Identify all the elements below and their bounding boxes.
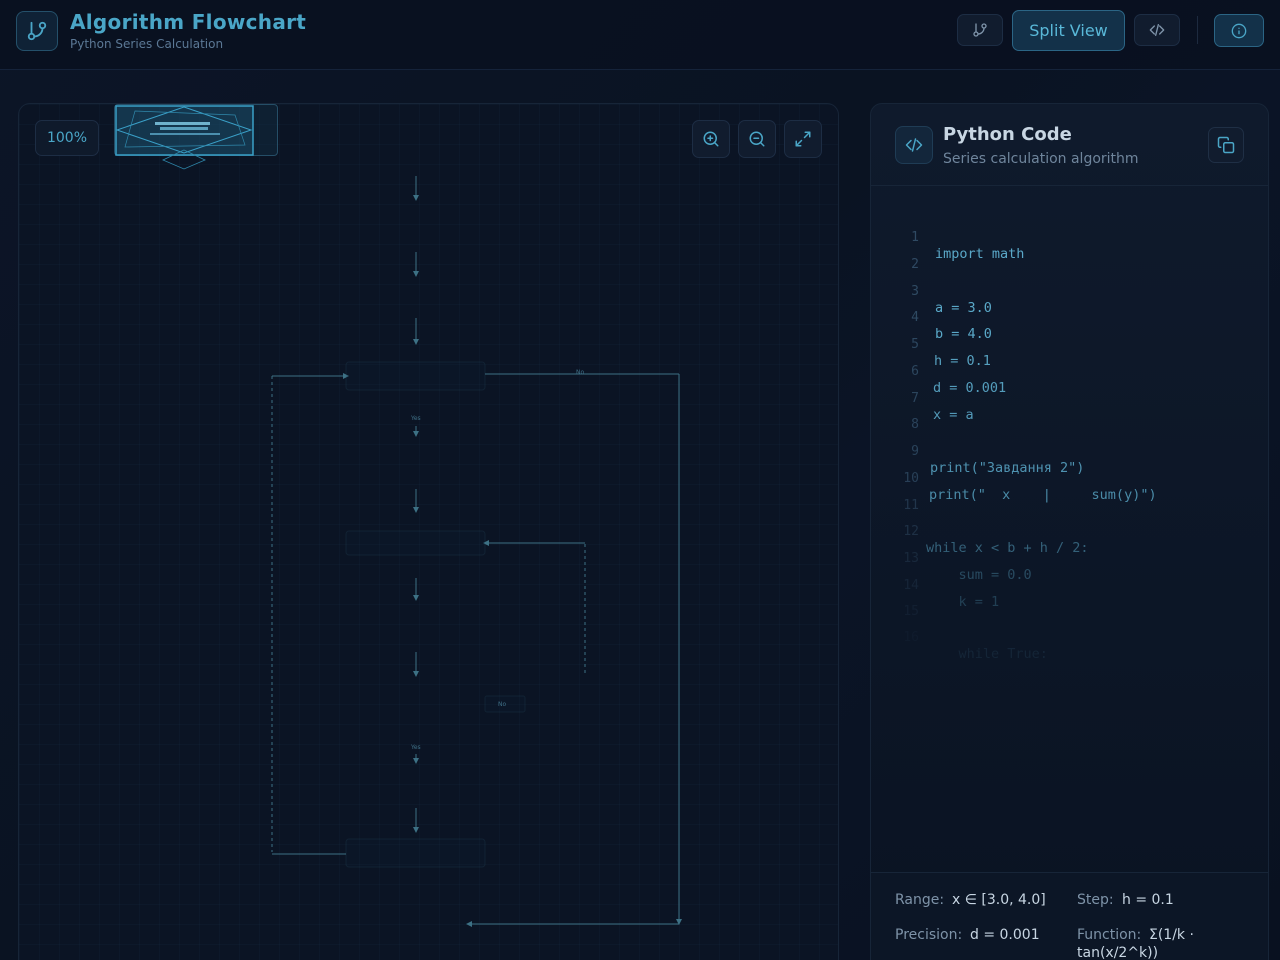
split-view-button[interactable]: Split View	[1012, 10, 1125, 51]
step-label: Step:	[1077, 892, 1114, 908]
zoom-out-button[interactable]	[738, 120, 776, 158]
code-panel-header: Python Code Series calculation algorithm	[871, 104, 1268, 186]
code-line: 3 a = 3.0	[871, 268, 1268, 316]
flow-node	[345, 530, 486, 556]
code-line: 9 print("Завдання 2")	[871, 428, 1268, 476]
code-line: 11	[871, 482, 1268, 513]
zoom-in-button[interactable]	[692, 120, 730, 158]
code-editor[interactable]: 1 import math 2 3 a = 3.0 4 b = 4.0 5 h …	[871, 186, 1268, 876]
function-value-continued: tan(x/2^k))	[1077, 945, 1159, 960]
code-panel-title: Python Code	[943, 124, 1072, 145]
minimap-preview	[115, 105, 254, 170]
flow-node	[345, 838, 486, 868]
no-label: No	[498, 701, 507, 708]
code-line: 12 while x < b + h / 2:	[871, 508, 1268, 556]
code-panel-subtitle: Series calculation algorithm	[943, 151, 1139, 167]
flow-node	[345, 361, 486, 391]
app-subtitle: Python Series Calculation	[70, 37, 224, 51]
code-panel-icon	[895, 126, 933, 164]
fit-view-button[interactable]	[784, 120, 822, 158]
flowchart-view-button[interactable]	[957, 14, 1003, 46]
expand-icon	[795, 131, 811, 147]
function-value: Σ(1/k ·	[1149, 927, 1194, 943]
logo	[16, 11, 58, 51]
function-label: Function:	[1077, 927, 1142, 943]
code-line: 13 sum = 0.0	[871, 535, 1268, 583]
minimap[interactable]	[114, 104, 278, 170]
code-icon	[905, 138, 923, 152]
zoom-in-icon	[703, 131, 719, 147]
zoom-level-indicator: 100%	[35, 120, 99, 156]
code-line: 2	[871, 241, 1268, 272]
code-line: 14 k = 1	[871, 562, 1268, 610]
code-line: 5 h = 0.1	[871, 321, 1268, 369]
code-line: 7 x = a	[871, 375, 1268, 423]
code-line: 16 while True:	[871, 614, 1268, 662]
git-branch-icon	[27, 21, 47, 41]
precision-value: d = 0.001	[970, 927, 1040, 943]
line-number: 16	[903, 630, 919, 645]
no-label: No	[576, 369, 585, 376]
zoom-out-icon	[749, 131, 765, 147]
code-text: while True:	[926, 646, 1048, 662]
info-button[interactable]	[1214, 14, 1264, 47]
code-line: 4 b = 4.0	[871, 294, 1268, 342]
info-icon	[1231, 23, 1247, 38]
code-icon	[1149, 24, 1165, 36]
flowchart-canvas[interactable]: No Yes No Yes 100%	[18, 103, 839, 960]
precision-label: Precision:	[895, 927, 963, 943]
algorithm-info: Range: x ∈ [3.0, 4.0] Step: h = 0.1 Prec…	[871, 872, 1268, 960]
code-view-button[interactable]	[1134, 14, 1180, 46]
range-value: x ∈ [3.0, 4.0]	[952, 892, 1046, 908]
yes-label: Yes	[411, 415, 421, 422]
range-label: Range:	[895, 892, 945, 908]
git-branch-icon	[973, 23, 987, 37]
code-line: 6 d = 0.001	[871, 348, 1268, 396]
code-panel: Python Code Series calculation algorithm…	[870, 103, 1269, 960]
copy-button[interactable]	[1208, 127, 1244, 163]
code-line: 15	[871, 588, 1268, 619]
yes-label: Yes	[411, 744, 421, 751]
app-header: Algorithm Flowchart Python Series Calcul…	[0, 0, 1280, 70]
code-line: 1 import math	[871, 214, 1268, 262]
code-line: 10 print(" x | sum(y)")	[871, 455, 1268, 503]
copy-icon	[1217, 136, 1235, 154]
header-divider	[1197, 16, 1198, 44]
code-line: 8	[871, 401, 1268, 432]
app-title: Algorithm Flowchart	[70, 10, 307, 34]
flowchart-diagram	[271, 176, 682, 927]
step-value: h = 0.1	[1122, 892, 1174, 908]
